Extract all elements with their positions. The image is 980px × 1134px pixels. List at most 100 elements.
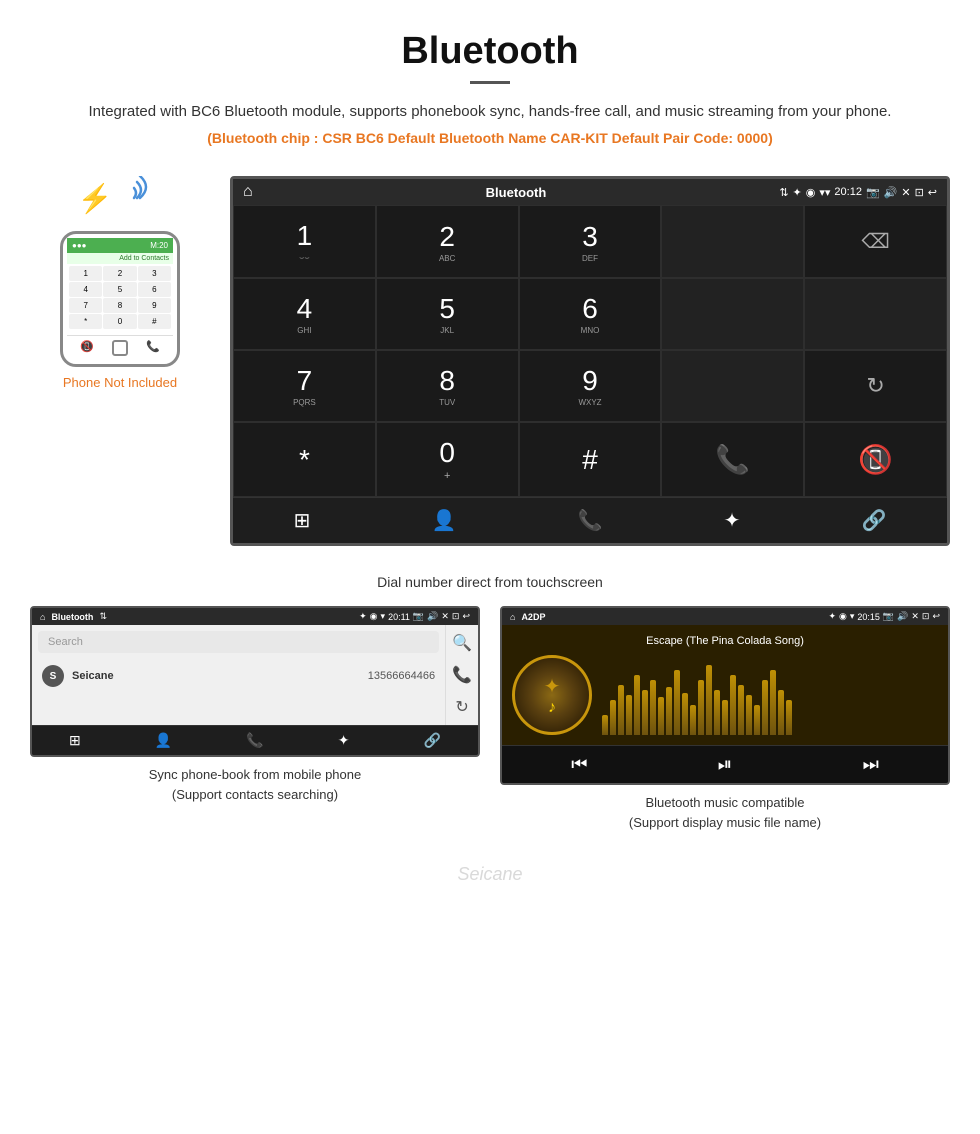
pb-call-action-icon[interactable]: 📞 <box>452 665 472 685</box>
pb-bluetooth-icon: ✦ <box>359 611 367 622</box>
nav-dialpad-icon[interactable]: ⊞ <box>284 508 321 533</box>
eq-bar <box>778 690 784 735</box>
dial-key-7[interactable]: 7 PQRS <box>233 350 376 422</box>
close-icon[interactable]: ✕ <box>901 186 910 199</box>
music-window-icon[interactable]: ⊡ <box>922 611 930 622</box>
eq-bar <box>706 665 712 735</box>
dial-key-5[interactable]: 5 JKL <box>376 278 519 350</box>
dial-key-9[interactable]: 9 WXYZ <box>519 350 662 422</box>
music-back-icon[interactable]: ↩ <box>932 611 940 622</box>
call-icon: 📞 <box>146 340 160 356</box>
nav-call-icon[interactable]: 📞 <box>568 508 613 533</box>
eq-bar <box>666 687 672 735</box>
phone-top-bar: ●●● M:20 <box>67 238 173 253</box>
phone-key-hash: # <box>138 314 171 329</box>
music-caption: Bluetooth music compatible (Support disp… <box>500 785 950 840</box>
music-play-icon[interactable]: ⏯ <box>718 754 732 775</box>
window-icon[interactable]: ⊡ <box>915 186 924 199</box>
nav-contacts-icon[interactable]: 👤 <box>421 508 466 533</box>
eq-bar <box>746 695 752 735</box>
status-left: ⌂ <box>243 183 253 201</box>
contact-row[interactable]: S Seicane 13566664466 <box>38 659 439 693</box>
home-icon[interactable]: ⌂ <box>243 183 253 201</box>
dial-key-0[interactable]: 0 + <box>376 422 519 497</box>
phonebook-sidebar: 🔍 📞 ↻ <box>445 625 478 725</box>
eq-bar <box>754 705 760 735</box>
dial-key-8[interactable]: 8 TUV <box>376 350 519 422</box>
eq-bar <box>674 670 680 735</box>
camera-icon[interactable]: 📷 <box>866 186 880 199</box>
music-location-icon: ◉ <box>839 611 847 622</box>
dial-redial[interactable]: ↻ <box>804 350 947 422</box>
bt-symbol-icon: ⚡ <box>78 182 113 215</box>
music-prev-icon[interactable]: ⏮ <box>571 754 587 775</box>
eq-bar <box>610 700 616 735</box>
pb-volume-icon[interactable]: 🔊 <box>427 611 438 622</box>
phone-key-5: 5 <box>103 282 136 297</box>
search-bar[interactable]: Search <box>38 631 439 653</box>
bluetooth-status-icon: ✦ <box>793 186 802 199</box>
pb-window-icon[interactable]: ⊡ <box>452 611 460 622</box>
volume-icon[interactable]: 🔊 <box>884 186 898 199</box>
music-note-icon: ♪ <box>548 699 556 717</box>
nav-bluetooth-icon[interactable]: ✦ <box>714 508 751 533</box>
music-art-area: ✦ ♪ <box>512 655 938 735</box>
pb-nav-link[interactable]: 🔗 <box>423 732 440 749</box>
pb-label: Bluetooth <box>51 612 93 622</box>
music-next-icon[interactable]: ⏭ <box>863 754 879 775</box>
phonebook-status-bar: ⌂ Bluetooth ⇅ ✦ ◉ ▾ 20:11 📷 🔊 ✕ ⊡ ↩ <box>32 608 478 625</box>
pb-back-icon[interactable]: ↩ <box>462 611 470 622</box>
pb-nav-bluetooth[interactable]: ✦ <box>338 732 350 749</box>
phone-mockup: ●●● M:20 Add to Contacts 1 2 3 4 5 6 7 8… <box>60 231 180 367</box>
dial-key-1[interactable]: 1 ⌣⌣ <box>233 205 376 278</box>
signal-icon: ▾▾ <box>819 186 830 199</box>
dial-key-4[interactable]: 4 GHI <box>233 278 376 350</box>
pb-signal-icon: ▾ <box>381 611 386 622</box>
dial-key-star[interactable]: * <box>233 422 376 497</box>
main-screen: ⌂ Bluetooth ⇅ ✦ ◉ ▾▾ 20:12 📷 🔊 ✕ ⊡ ↩ 1 ⌣… <box>230 176 950 546</box>
back-icon[interactable]: ↩ <box>928 186 937 199</box>
phone-add-label: Add to Contacts <box>67 253 173 264</box>
phonebook-body: Search S Seicane 13566664466 🔍 📞 ↻ <box>32 625 478 725</box>
music-camera-icon[interactable]: 📷 <box>883 611 894 622</box>
song-title: Escape (The Pina Colada Song) <box>512 635 938 647</box>
eq-bar <box>770 670 776 735</box>
phone-key-1: 1 <box>69 266 102 281</box>
pb-nav-dialpad[interactable]: ⊞ <box>69 732 81 749</box>
time-display: 20:12 <box>834 186 862 198</box>
pb-search-icon[interactable]: 🔍 <box>452 633 472 653</box>
main-status-bar: ⌂ Bluetooth ⇅ ✦ ◉ ▾▾ 20:12 📷 🔊 ✕ ⊡ ↩ <box>233 179 947 205</box>
pb-nav-call[interactable]: 📞 <box>246 732 263 749</box>
eq-bar <box>618 685 624 735</box>
pb-refresh-icon[interactable]: ↻ <box>455 697 468 717</box>
home-button-icon <box>112 340 128 356</box>
phonebook-main-area: Search S Seicane 13566664466 <box>32 625 445 725</box>
main-bottom-nav: ⊞ 👤 📞 ✦ 🔗 <box>233 497 947 543</box>
dial-end-button[interactable]: 📵 <box>804 422 947 497</box>
music-home-icon[interactable]: ⌂ <box>510 612 515 622</box>
watermark: Seicane <box>0 860 980 889</box>
eq-bar <box>762 680 768 735</box>
phone-key-2: 2 <box>103 266 136 281</box>
music-time: 20:15 <box>857 612 880 622</box>
music-label: A2DP <box>521 612 545 622</box>
pb-close-icon[interactable]: ✕ <box>441 611 449 622</box>
end-call-icon: 📵 <box>80 340 94 356</box>
phone-time: M:20 <box>150 241 168 250</box>
pb-camera-icon[interactable]: 📷 <box>413 611 424 622</box>
music-volume-icon[interactable]: 🔊 <box>897 611 908 622</box>
pb-home-icon[interactable]: ⌂ <box>40 612 45 622</box>
nav-link-icon[interactable]: 🔗 <box>851 508 896 533</box>
phonebook-screen: ⌂ Bluetooth ⇅ ✦ ◉ ▾ 20:11 📷 🔊 ✕ ⊡ ↩ <box>30 606 480 757</box>
location-icon: ◉ <box>806 186 816 199</box>
dial-key-hash[interactable]: # <box>519 422 662 497</box>
dial-key-3[interactable]: 3 DEF <box>519 205 662 278</box>
eq-bar <box>730 675 736 735</box>
phone-key-9: 9 <box>138 298 171 313</box>
music-close-icon[interactable]: ✕ <box>911 611 919 622</box>
dial-key-6[interactable]: 6 MNO <box>519 278 662 350</box>
pb-nav-contacts[interactable]: 👤 <box>155 732 172 749</box>
dial-call-button[interactable]: 📞 <box>661 422 804 497</box>
dial-key-2[interactable]: 2 ABC <box>376 205 519 278</box>
dial-backspace[interactable]: ⌫ <box>804 205 947 278</box>
